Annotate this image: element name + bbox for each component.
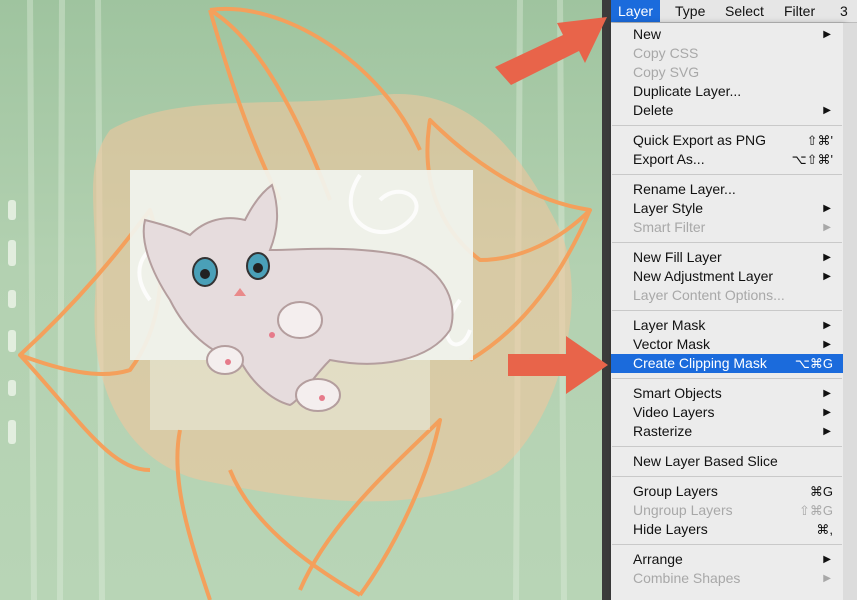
menu-item-duplicate-layer[interactable]: Duplicate Layer...: [611, 82, 843, 101]
menu-item-label: New Adjustment Layer: [633, 268, 774, 284]
menu-item-label: New: [633, 26, 662, 42]
menu-item-shortcut: ⌘,: [816, 522, 833, 537]
submenu-arrow-icon: ▶: [823, 105, 831, 116]
menu-item-rasterize[interactable]: Rasterize ▶: [611, 422, 843, 441]
menubar-item-layer[interactable]: Layer: [611, 0, 661, 22]
menu-item-export-as[interactable]: Export As... ⌥⇧⌘': [611, 150, 843, 169]
menu-item-shortcut: ⇧⌘': [806, 133, 833, 148]
menu-item-shortcut: ⇧⌘G: [798, 503, 833, 518]
menu-item-smart-filter: Smart Filter ▶: [611, 218, 843, 237]
submenu-arrow-icon: ▶: [823, 426, 831, 437]
menu-separator: [612, 544, 842, 545]
menu-bar: Layer Type Select Filter 3: [611, 0, 857, 23]
menu-item-label: Smart Filter: [633, 219, 706, 235]
menu-item-label: Copy SVG: [633, 64, 700, 80]
submenu-arrow-icon: ▶: [823, 388, 831, 399]
menubar-item-filter[interactable]: Filter: [777, 0, 822, 22]
menu-item-label: Smart Objects: [633, 385, 722, 401]
menu-item-shortcut: ⌘G: [809, 484, 833, 499]
panel-divider: [602, 0, 611, 600]
menu-separator: [612, 378, 842, 379]
submenu-arrow-icon: ▶: [823, 320, 831, 331]
menu-separator: [612, 310, 842, 311]
menu-item-layer-mask[interactable]: Layer Mask ▶: [611, 316, 843, 335]
menu-item-label: Group Layers: [633, 483, 718, 499]
menu-item-label: Arrange: [633, 551, 683, 567]
document-canvas[interactable]: [0, 0, 611, 600]
submenu-arrow-icon: ▶: [823, 573, 831, 584]
submenu-arrow-icon: ▶: [823, 271, 831, 282]
canvas-artwork: [8, 0, 592, 600]
menu-item-label: New Layer Based Slice: [633, 453, 778, 469]
menu-separator: [612, 174, 842, 175]
menu-scroll-edge: [843, 23, 857, 600]
menu-item-rename-layer[interactable]: Rename Layer...: [611, 180, 843, 199]
menu-item-video-layers[interactable]: Video Layers ▶: [611, 403, 843, 422]
submenu-arrow-icon: ▶: [823, 252, 831, 263]
arrow-callout-icon: [495, 17, 607, 85]
menu-item-hide-layers[interactable]: Hide Layers ⌘,: [611, 520, 843, 539]
menu-item-label: Delete: [633, 102, 674, 118]
menu-item-label: Export As...: [633, 151, 705, 167]
menu-separator: [612, 446, 842, 447]
arrow-callout-icon: [508, 336, 608, 394]
menu-item-group-layers[interactable]: Group Layers ⌘G: [611, 482, 843, 501]
menu-item-ungroup-layers: Ungroup Layers ⇧⌘G: [611, 501, 843, 520]
menu-item-label: Combine Shapes: [633, 570, 741, 586]
menu-item-label: Quick Export as PNG: [633, 132, 767, 148]
menu-separator: [612, 476, 842, 477]
menu-item-shortcut: ⌥⌘G: [794, 356, 833, 371]
menu-item-copy-svg: Copy SVG: [611, 63, 843, 82]
menu-item-create-clipping-mask[interactable]: Create Clipping Mask ⌥⌘G: [611, 354, 843, 373]
menu-item-label: Layer Content Options...: [633, 287, 785, 303]
submenu-arrow-icon: ▶: [823, 339, 831, 350]
menu-item-label: Copy CSS: [633, 45, 699, 61]
menu-item-delete[interactable]: Delete ▶: [611, 101, 843, 120]
menubar-item-3[interactable]: 3: [833, 0, 855, 22]
submenu-arrow-icon: ▶: [823, 29, 831, 40]
menu-item-combine-shapes: Combine Shapes ▶: [611, 569, 843, 588]
menu-separator: [612, 125, 842, 126]
menu-item-label: Vector Mask: [633, 336, 711, 352]
menu-item-new-adjustment-layer[interactable]: New Adjustment Layer ▶: [611, 267, 843, 286]
menu-item-new-fill-layer[interactable]: New Fill Layer ▶: [611, 248, 843, 267]
menu-item-label: Layer Mask: [633, 317, 706, 333]
menu-item-layer-content-options: Layer Content Options...: [611, 286, 843, 305]
menu-item-label: Hide Layers: [633, 521, 708, 537]
menu-item-arrange[interactable]: Arrange ▶: [611, 550, 843, 569]
menu-separator: [612, 242, 842, 243]
layer-menu: New ▶ Copy CSS Copy SVG Duplicate Layer... De…: [611, 23, 844, 600]
submenu-arrow-icon: ▶: [823, 554, 831, 565]
menu-item-label: Duplicate Layer...: [633, 83, 742, 99]
submenu-arrow-icon: ▶: [823, 203, 831, 214]
menubar-item-type[interactable]: Type: [668, 0, 712, 22]
menu-item-new[interactable]: New ▶: [611, 25, 843, 44]
menu-item-layer-style[interactable]: Layer Style ▶: [611, 199, 843, 218]
menu-item-copy-css: Copy CSS: [611, 44, 843, 63]
menu-item-label: Rasterize: [633, 423, 693, 439]
menubar-item-select[interactable]: Select: [718, 0, 771, 22]
menu-item-label: Layer Style: [633, 200, 704, 216]
menu-item-label: Rename Layer...: [633, 181, 736, 197]
menu-item-label: Video Layers: [633, 404, 715, 420]
menu-item-label: New Fill Layer: [633, 249, 722, 265]
menu-item-vector-mask[interactable]: Vector Mask ▶: [611, 335, 843, 354]
menu-item-new-layer-based-slice[interactable]: New Layer Based Slice: [611, 452, 843, 471]
menu-item-shortcut: ⌥⇧⌘': [791, 152, 833, 167]
submenu-arrow-icon: ▶: [823, 407, 831, 418]
menu-item-label: Create Clipping Mask: [633, 355, 767, 371]
menu-item-quick-export-as-png[interactable]: Quick Export as PNG ⇧⌘': [611, 131, 843, 150]
menu-item-label: Ungroup Layers: [633, 502, 733, 518]
menu-item-smart-objects[interactable]: Smart Objects ▶: [611, 384, 843, 403]
submenu-arrow-icon: ▶: [823, 222, 831, 233]
